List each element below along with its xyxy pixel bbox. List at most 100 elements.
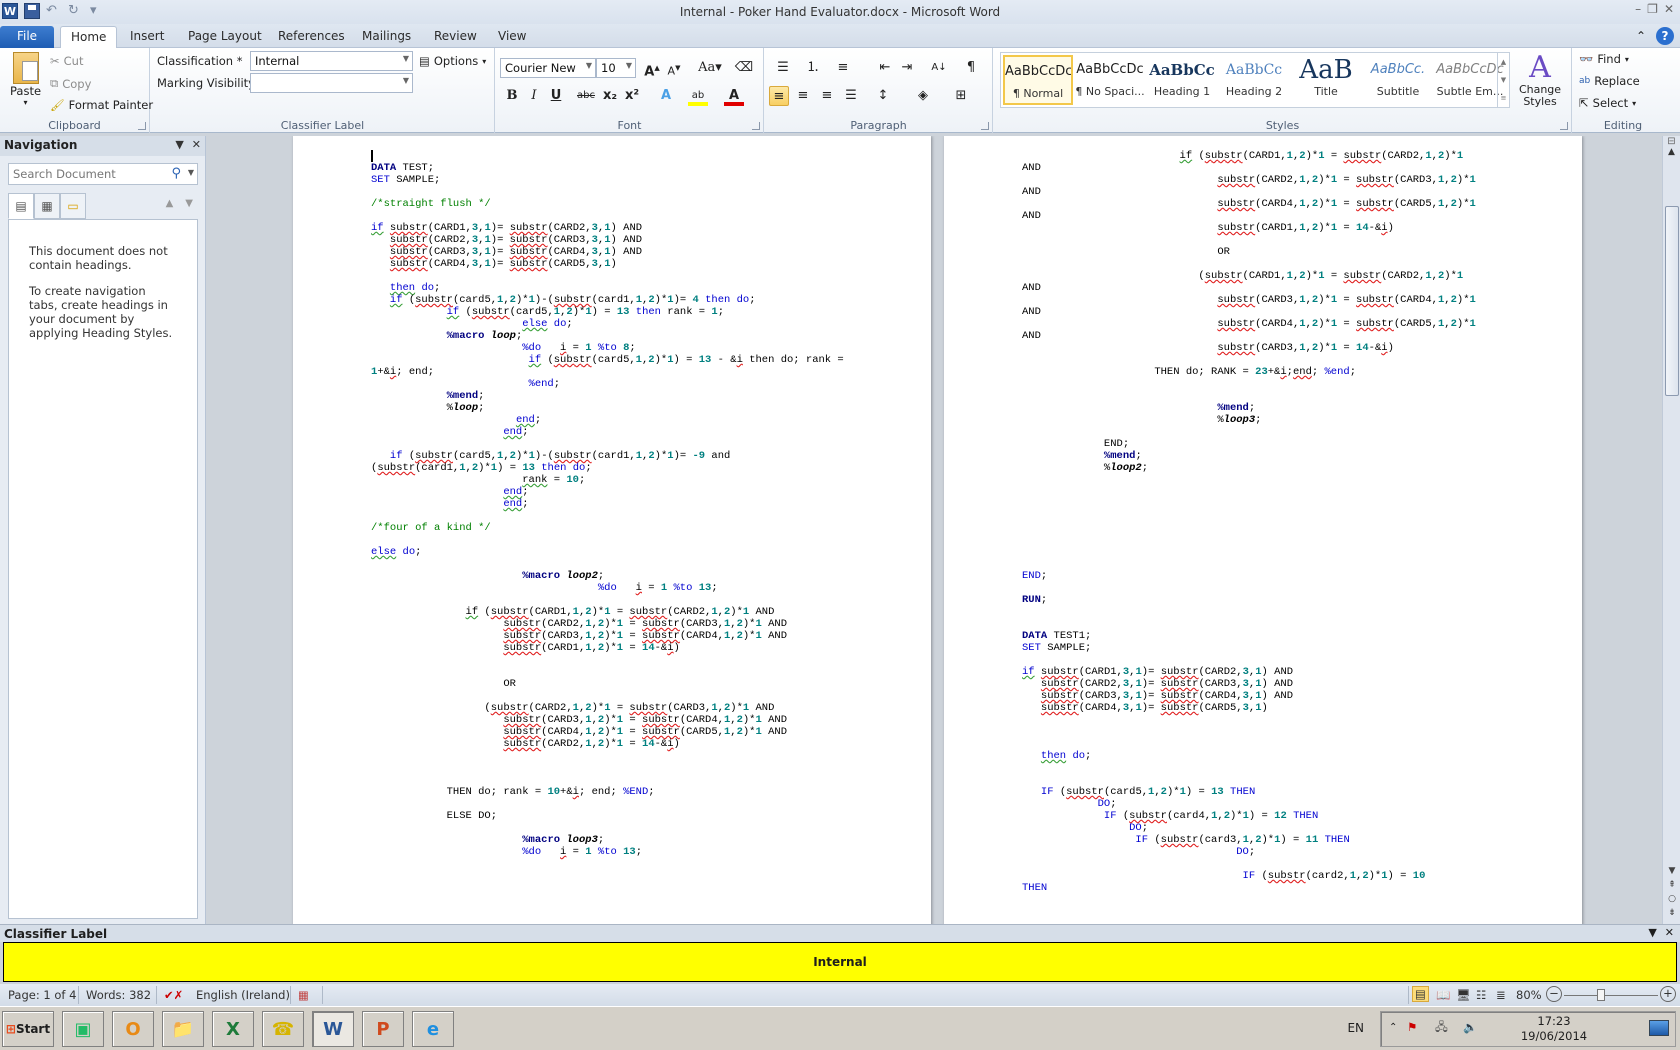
document-area[interactable]: DATA TEST; SET SAMPLE; /*straight flush …: [207, 136, 1662, 924]
align-left-icon[interactable]: ≡: [769, 86, 789, 106]
cut-button[interactable]: ✂ Cut: [50, 54, 83, 68]
scroll-down-icon[interactable]: ▼: [1663, 864, 1680, 878]
web-layout-icon[interactable]: 🖥: [1456, 988, 1471, 1002]
close-pane-icon[interactable]: ✕: [192, 138, 201, 151]
change-styles-button[interactable]: A Change Styles: [1518, 52, 1562, 108]
sort-icon[interactable]: A↓: [929, 58, 949, 78]
taskbar-phone-app[interactable]: ☎: [262, 1011, 304, 1047]
dialog-launcher-icon[interactable]: [1560, 122, 1568, 130]
shading-icon[interactable]: ◈: [913, 86, 933, 106]
clock[interactable]: 17:23 19/06/2014: [1499, 1014, 1609, 1044]
font-color-icon[interactable]: A: [724, 86, 744, 106]
taskbar-outlook[interactable]: O: [112, 1011, 154, 1047]
show-formatting-icon[interactable]: ¶: [961, 58, 981, 78]
grow-font-icon[interactable]: A▲: [642, 58, 662, 79]
shrink-font-icon[interactable]: A▼: [664, 58, 684, 78]
browse-results-tab[interactable]: ▭: [60, 193, 86, 219]
numbering-icon[interactable]: ⒈: [803, 58, 823, 78]
bullets-icon[interactable]: ☰: [773, 58, 793, 78]
format-painter-button[interactable]: 🖌 Format Painter: [50, 98, 153, 112]
page-count[interactable]: Page: 1 of 4: [8, 988, 76, 1002]
previous-page-icon[interactable]: ⇞: [1663, 878, 1680, 892]
tab-references[interactable]: References: [268, 26, 355, 48]
taskbar-network-app[interactable]: ▣: [62, 1011, 104, 1047]
replace-button[interactable]: ab Replace: [1579, 74, 1640, 88]
justify-icon[interactable]: ☰: [841, 86, 861, 106]
copy-button[interactable]: ⧉ Copy: [50, 76, 91, 91]
pane-options-icon[interactable]: ▼: [175, 138, 183, 151]
underline-icon[interactable]: U: [546, 86, 566, 106]
bold-icon[interactable]: B: [502, 86, 522, 106]
zoom-level[interactable]: 80%: [1516, 988, 1542, 1002]
tab-insert[interactable]: Insert: [120, 26, 174, 48]
superscript-icon[interactable]: x²: [622, 86, 642, 106]
panel-options-icon[interactable]: ▼: [1648, 926, 1656, 939]
scroll-thumb[interactable]: [1665, 206, 1679, 396]
restore-button[interactable]: ❐: [1647, 2, 1658, 16]
select-button[interactable]: ⇱ Select ▾: [1579, 96, 1636, 110]
language[interactable]: English (Ireland): [196, 988, 290, 1002]
gallery-scroll[interactable]: ▲ ▼ ≡: [1497, 53, 1509, 107]
options-button[interactable]: ▤ Options ▾: [419, 54, 486, 68]
dialog-launcher-icon[interactable]: [981, 122, 989, 130]
dialog-launcher-icon[interactable]: [752, 122, 760, 130]
print-layout-icon[interactable]: ▤: [1412, 986, 1429, 1002]
tab-review[interactable]: Review: [424, 26, 487, 48]
next-heading-icon[interactable]: ▼: [185, 198, 193, 209]
style-subtitle[interactable]: AaBbCc. Subtitle: [1363, 55, 1433, 105]
start-button[interactable]: ⊞Start: [2, 1011, 54, 1047]
document-page-2[interactable]: if (substr(CARD1,1,2)*1 = substr(CARD2,1…: [944, 136, 1582, 924]
scroll-up-icon[interactable]: ▲: [1663, 147, 1680, 157]
zoom-slider-thumb[interactable]: [1596, 989, 1605, 1001]
outline-icon[interactable]: ☷: [1476, 988, 1486, 1002]
draft-icon[interactable]: ≣: [1496, 988, 1506, 1002]
tab-page-layout[interactable]: Page Layout: [178, 26, 272, 48]
style-heading-2[interactable]: AaBbCc Heading 2: [1219, 55, 1289, 105]
tab-mailings[interactable]: Mailings: [352, 26, 421, 48]
taskbar-excel[interactable]: X: [212, 1011, 254, 1047]
taskbar-explorer[interactable]: 📁: [162, 1011, 204, 1047]
browse-pages-tab[interactable]: ▦: [34, 193, 60, 219]
action-center-icon[interactable]: ⚑: [1407, 1020, 1417, 1034]
full-screen-reading-icon[interactable]: 📖: [1436, 988, 1450, 1002]
strikethrough-icon[interactable]: abc: [576, 86, 596, 106]
zoom-slider-track[interactable]: [1564, 995, 1658, 996]
tab-file[interactable]: File: [0, 26, 54, 48]
dialog-launcher-icon[interactable]: [138, 122, 146, 130]
show-hidden-icons[interactable]: ⌃: [1389, 1022, 1397, 1033]
change-case-icon[interactable]: Aa▾: [696, 58, 724, 78]
taskbar-internet-explorer[interactable]: e: [412, 1011, 454, 1047]
clear-formatting-icon[interactable]: ⌫: [734, 58, 754, 78]
style-title[interactable]: AaB Title: [1291, 55, 1361, 105]
paste-button[interactable]: Paste ▾: [10, 52, 41, 107]
tab-home[interactable]: Home: [60, 26, 118, 49]
browse-headings-tab[interactable]: ▤: [8, 193, 34, 219]
search-document-input[interactable]: Search Document ⚲ ▼: [8, 163, 198, 185]
minimize-ribbon-icon[interactable]: ⌃: [1636, 29, 1646, 43]
tab-view[interactable]: View: [488, 26, 536, 48]
input-language[interactable]: EN: [1347, 1021, 1364, 1035]
line-spacing-icon[interactable]: ↕: [873, 86, 893, 106]
chevron-down-icon[interactable]: ▼: [188, 168, 194, 177]
style-subtle-emphasis[interactable]: AaBbCcDc Subtle Em...: [1435, 55, 1505, 105]
font-size-select[interactable]: 10 ▼: [596, 58, 636, 78]
italic-icon[interactable]: I: [524, 86, 544, 106]
previous-heading-icon[interactable]: ▲: [166, 198, 174, 209]
close-button[interactable]: ✕: [1664, 2, 1674, 16]
find-button[interactable]: 👓 Find ▾: [1579, 52, 1629, 66]
next-page-icon[interactable]: ⇟: [1663, 906, 1680, 920]
taskbar-word[interactable]: W: [312, 1011, 354, 1047]
taskbar-powerpoint[interactable]: P: [362, 1011, 404, 1047]
text-effects-icon[interactable]: A: [656, 86, 676, 106]
zoom-out-icon[interactable]: −: [1546, 986, 1562, 1002]
increase-indent-icon[interactable]: ⇥: [897, 58, 917, 78]
search-icon[interactable]: ⚲: [171, 166, 181, 181]
multilevel-list-icon[interactable]: ≡: [833, 58, 853, 78]
ruler-toggle-icon[interactable]: ⊟: [1663, 136, 1680, 147]
document-page-1[interactable]: DATA TEST; SET SAMPLE; /*straight flush …: [293, 136, 931, 924]
highlight-icon[interactable]: ab: [688, 86, 708, 106]
close-panel-icon[interactable]: ✕: [1665, 926, 1674, 939]
decrease-indent-icon[interactable]: ⇤: [875, 58, 895, 78]
zoom-in-icon[interactable]: +: [1660, 986, 1676, 1002]
subscript-icon[interactable]: x₂: [600, 86, 620, 106]
